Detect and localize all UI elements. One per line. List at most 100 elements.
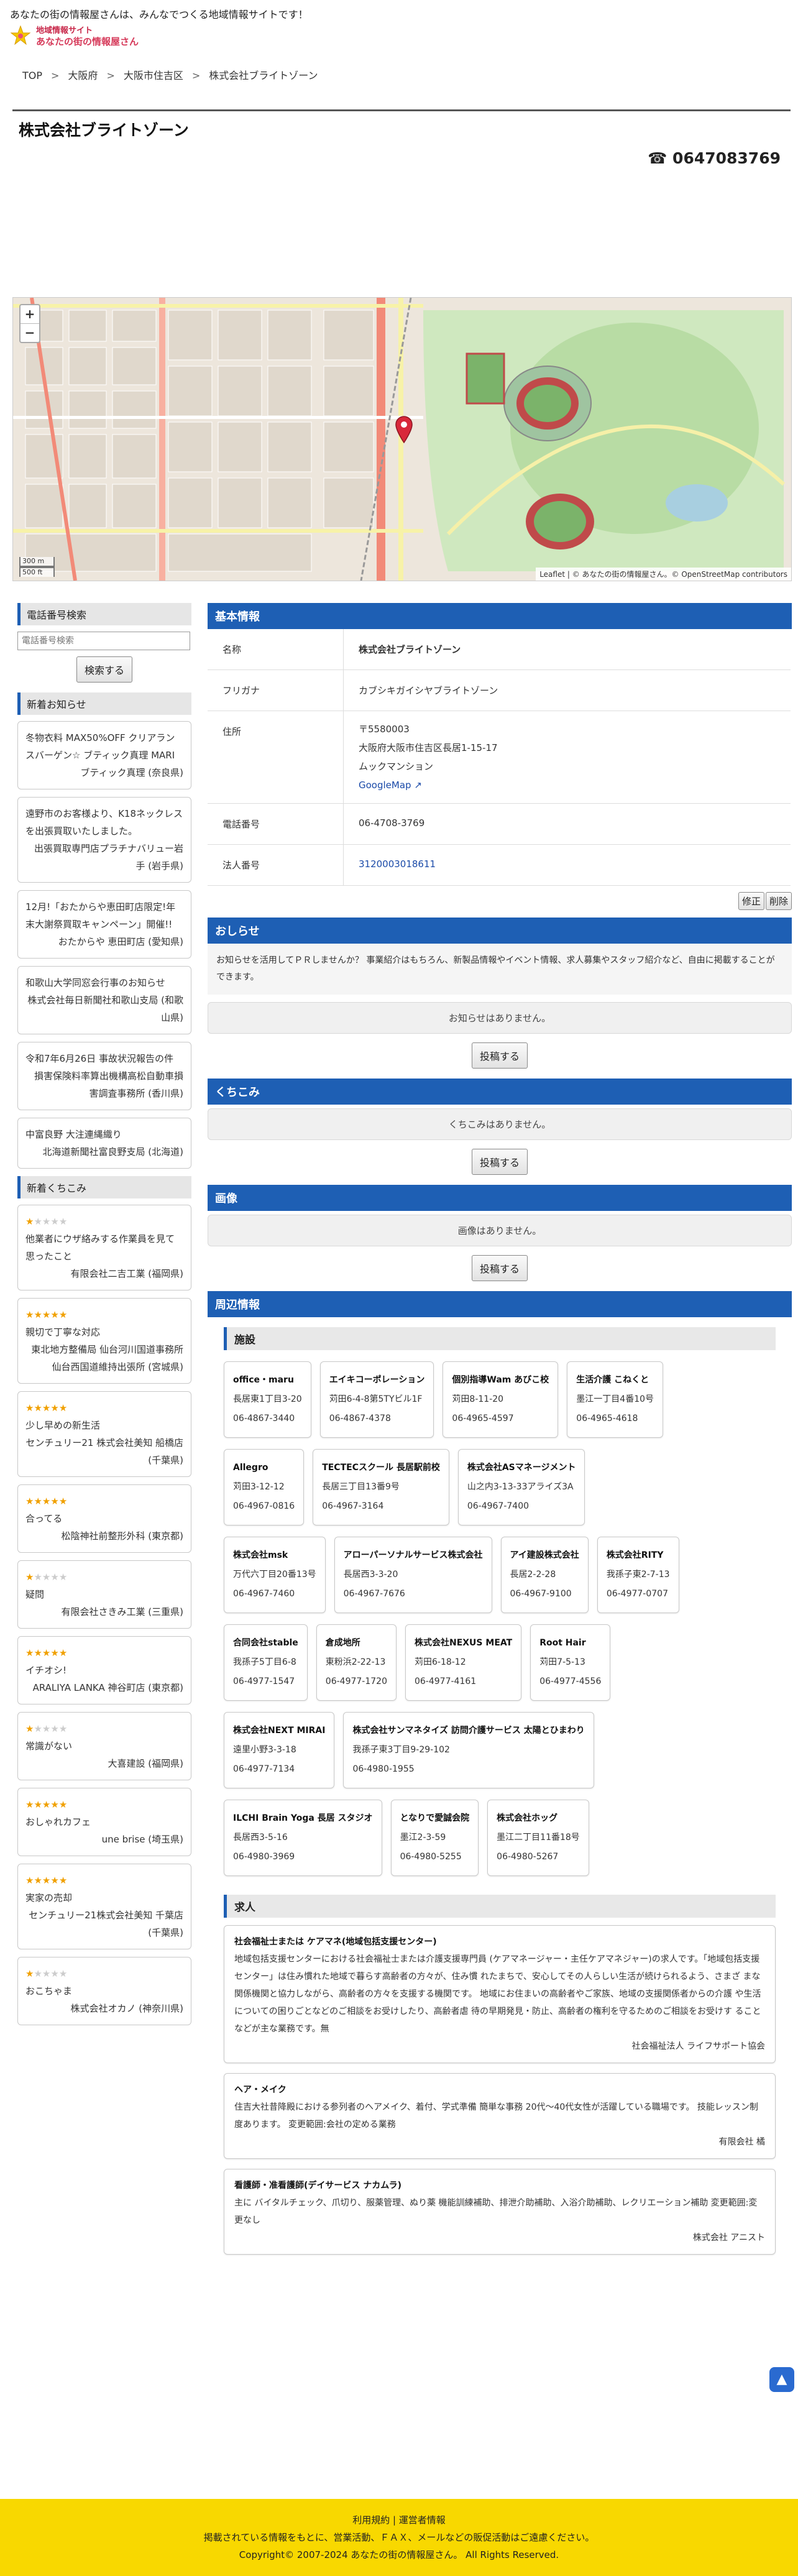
job-card[interactable]: 社会福祉士または ケアマネ(地域包括支援センター) 地域包括支援センターにおける社… — [224, 1925, 776, 2063]
map-marker-icon[interactable] — [395, 416, 413, 446]
kuchikomi-source[interactable]: 松陰神社前整形外科 (東京都) — [25, 1527, 183, 1545]
news-card[interactable]: 中富良野 大注連縄織り 北海道新聞社富良野支局 (北海道) — [17, 1118, 191, 1169]
facility-card[interactable]: 株式会社msk 万代六丁目20番13号 06-4967-7460 — [224, 1537, 326, 1613]
news-source[interactable]: おたからや 恵田町店 (愛知県) — [25, 933, 183, 950]
kuchikomi-card[interactable]: ★★★★★ 少し早めの新生活 センチュリー21 株式会社美知 船橋店 (千葉県) — [17, 1391, 191, 1477]
facility-name[interactable]: 個別指導Wam あびこ校 — [452, 1371, 549, 1390]
kuchikomi-text[interactable]: 親切で丁寧な対応 — [25, 1323, 183, 1341]
facility-name[interactable]: アローパーソナルサービス株式会社 — [344, 1546, 483, 1565]
kuchikomi-card[interactable]: ★★★★★ 合ってる 松陰神社前整形外科 (東京都) — [17, 1484, 191, 1553]
delete-button[interactable]: 削除 — [765, 892, 792, 910]
facility-name[interactable]: 株式会社ASマネージメント — [467, 1458, 576, 1478]
job-title[interactable]: 社会福祉士または ケアマネ(地域包括支援センター) — [234, 1933, 765, 1951]
phone-number-display[interactable]: ☎ 0647083769 — [648, 149, 781, 167]
facility-card[interactable]: 株式会社NEXUS MEAT 苅田6-18-12 06-4977-4161 — [405, 1624, 522, 1701]
news-source[interactable]: 出張買取専門店プラチナバリュー岩手 (岩手県) — [25, 840, 183, 875]
news-text[interactable]: 冬物衣料 MAX50%OFF クリアランスバーゲン☆ ブティック真理 MARI — [25, 729, 183, 764]
map-attribution[interactable]: Leaflet | © あなたの街の情報屋さん。© OpenStreetMap … — [536, 568, 791, 581]
zoom-in-button[interactable]: + — [21, 305, 39, 324]
facility-name[interactable]: 株式会社NEXT MIRAI — [233, 1721, 325, 1741]
facility-name[interactable]: Root Hair — [539, 1634, 601, 1653]
facility-card[interactable]: 生活介護 こねくと 墨江一丁目4番10号 06-4965-4618 — [567, 1361, 664, 1438]
kuchikomi-card[interactable]: ★★★★★ イチオシ! ARALIYA LANKA 神谷町店 (東京都) — [17, 1636, 191, 1704]
news-source[interactable]: 損害保険料率算出機構高松自動車損害調査事務所 (香川県) — [25, 1067, 183, 1102]
news-text[interactable]: 和歌山大学同窓会行事のお知らせ — [25, 974, 183, 991]
kuchikomi-text[interactable]: 少し早めの新生活 — [25, 1417, 183, 1434]
kuchikomi-text[interactable]: 実家の売却 — [25, 1889, 183, 1907]
googlemap-link[interactable]: GoogleMap ↗ — [359, 780, 422, 791]
breadcrumb-prefecture[interactable]: 大阪府 — [68, 70, 98, 81]
kuchikomi-source[interactable]: une brise (埼玉県) — [25, 1831, 183, 1848]
job-title[interactable]: ヘア・メイク — [234, 2081, 765, 2099]
facility-card[interactable]: 株式会社サンマネタイズ 訪問介護サービス 太陽とひまわり 我孫子東3丁目9-29-… — [343, 1712, 594, 1788]
kuchikomi-source[interactable]: センチュリー21株式会社美知 千葉店 (千葉県) — [25, 1907, 183, 1941]
corporate-number-link[interactable]: 3120003018611 — [359, 858, 436, 870]
kuchikomi-card[interactable]: ★★★★★ おしゃれカフェ une brise (埼玉県) — [17, 1788, 191, 1856]
kuchikomi-text[interactable]: イチオシ! — [25, 1662, 183, 1679]
facility-name[interactable]: アイ建設株式会社 — [510, 1546, 579, 1565]
news-source[interactable]: ブティック真理 (奈良県) — [25, 764, 183, 781]
facility-name[interactable]: 株式会社サンマネタイズ 訪問介護サービス 太陽とひまわり — [352, 1721, 584, 1741]
facility-card[interactable]: Allegro 苅田3-12-12 06-4967-0816 — [224, 1449, 305, 1525]
breadcrumb-city[interactable]: 大阪市住吉区 — [124, 70, 183, 81]
kuchikomi-card[interactable]: ★★★★★ 親切で丁寧な対応 東北地方整備局 仙台河川国道事務所 仙台西国道維持出張… — [17, 1298, 191, 1384]
facility-card[interactable]: アローパーソナルサービス株式会社 長居西3-3-20 06-4967-7676 — [334, 1537, 492, 1613]
kuchikomi-source[interactable]: 有限会社二吉工業 (福岡県) — [25, 1265, 183, 1282]
job-title[interactable]: 看護師・准看護師(デイサービス ナカムラ) — [234, 2177, 765, 2194]
news-text[interactable]: 12月!「おたからや恵田町店限定!年末大謝祭買取キャンペーン」開催!! — [25, 898, 183, 933]
facility-name[interactable]: office・maru — [233, 1371, 302, 1390]
news-card[interactable]: 和歌山大学同窓会行事のお知らせ 株式会社毎日新聞社和歌山支局 (和歌山県) — [17, 966, 191, 1034]
kuchikomi-card[interactable]: ★★★★★ 他業者にウザ絡みする作業員を見て思ったこと 有限会社二吉工業 (福岡県) — [17, 1205, 191, 1290]
facility-card[interactable]: 株式会社ホッグ 墨江二丁目11番18号 06-4980-5267 — [487, 1800, 589, 1876]
job-card[interactable]: 看護師・准看護師(デイサービス ナカムラ) 主に バイタルチェック、爪切り、服薬管… — [224, 2169, 776, 2255]
zoom-out-button[interactable]: − — [21, 324, 39, 342]
facility-name[interactable]: エイキコーポレーション — [329, 1371, 425, 1390]
kuchikomi-source[interactable]: 株式会社オカノ (神奈川県) — [25, 2000, 183, 2017]
kuchikomi-source[interactable]: ARALIYA LANKA 神谷町店 (東京都) — [25, 1679, 183, 1696]
kuchikomi-text[interactable]: おしゃれカフェ — [25, 1813, 183, 1831]
scroll-to-top-button[interactable]: ▲ — [769, 2367, 794, 2392]
facility-card[interactable]: 合同会社stable 我孫子5丁目6-8 06-4977-1547 — [224, 1624, 308, 1701]
facility-name[interactable]: 生活介護 こねくと — [576, 1371, 654, 1390]
kuchikomi-source[interactable]: センチュリー21 株式会社美知 船橋店 (千葉県) — [25, 1434, 183, 1469]
kuchikomi-text[interactable]: 疑問 — [25, 1586, 183, 1603]
phone-search-button[interactable]: 検索する — [76, 656, 132, 683]
news-text[interactable]: 遠野市のお客様より、K18ネックレスを出張買取いたしました。 — [25, 805, 183, 840]
phone-search-input[interactable] — [17, 632, 190, 650]
facility-card[interactable]: 株式会社RITY 我孫子東2-7-13 06-4977-0707 — [597, 1537, 679, 1613]
kuchikomi-post-button[interactable]: 投稿する — [471, 1149, 528, 1175]
news-card[interactable]: 12月!「おたからや恵田町店限定!年末大謝祭買取キャンペーン」開催!! おたからや… — [17, 890, 191, 959]
kuchikomi-card[interactable]: ★★★★★ おこちゃま 株式会社オカノ (神奈川県) — [17, 1957, 191, 2025]
site-logo[interactable]: 地域情報サイト あなたの街の情報屋さん — [10, 22, 140, 50]
facility-name[interactable]: 株式会社NEXUS MEAT — [415, 1634, 512, 1653]
kuchikomi-card[interactable]: ★★★★★ 実家の売却 センチュリー21株式会社美知 千葉店 (千葉県) — [17, 1864, 191, 1949]
facility-name[interactable]: 株式会社RITY — [607, 1546, 670, 1565]
facility-card[interactable]: 倉成地所 東粉浜2-22-13 06-4977-1720 — [316, 1624, 397, 1701]
facility-name[interactable]: 株式会社msk — [233, 1546, 316, 1565]
facility-card[interactable]: 個別指導Wam あびこ校 苅田8-11-20 06-4965-4597 — [443, 1361, 559, 1438]
images-post-button[interactable]: 投稿する — [471, 1255, 528, 1281]
facility-card[interactable]: となりで愛誠会院 墨江2-3-59 06-4980-5255 — [390, 1800, 479, 1876]
facility-name[interactable]: となりで愛誠会院 — [400, 1809, 470, 1828]
breadcrumb-top[interactable]: TOP — [22, 70, 42, 81]
job-card[interactable]: ヘア・メイク 住吉大社昔降殿における参列者のヘアメイク、着付、学式準備 簡単な事務… — [224, 2073, 776, 2159]
news-source[interactable]: 株式会社毎日新聞社和歌山支局 (和歌山県) — [25, 991, 183, 1026]
facility-card[interactable]: アイ建設株式会社 長居2-2-28 06-4967-9100 — [500, 1537, 589, 1613]
kuchikomi-source[interactable]: 有限会社さきみ工業 (三重県) — [25, 1603, 183, 1621]
facility-card[interactable]: Root Hair 苅田7-5-13 06-4977-4556 — [530, 1624, 611, 1701]
kuchikomi-card[interactable]: ★★★★★ 常識がない 大喜建設 (福岡県) — [17, 1712, 191, 1780]
news-text[interactable]: 令和7年6月26日 事故状況報告の件 — [25, 1050, 183, 1067]
facility-card[interactable]: office・maru 長居東1丁目3-20 06-4867-3440 — [224, 1361, 311, 1438]
news-card[interactable]: 冬物衣料 MAX50%OFF クリアランスバーゲン☆ ブティック真理 MARI ブ… — [17, 721, 191, 789]
facility-name[interactable]: 株式会社ホッグ — [497, 1809, 580, 1828]
kuchikomi-text[interactable]: 常識がない — [25, 1737, 183, 1755]
facility-name[interactable]: TECTECスクール 長居駅前校 — [322, 1458, 440, 1478]
kuchikomi-card[interactable]: ★★★★★ 疑問 有限会社さきみ工業 (三重県) — [17, 1560, 191, 1629]
facility-name[interactable]: 倉成地所 — [326, 1634, 387, 1653]
news-source[interactable]: 北海道新聞社富良野支局 (北海道) — [25, 1143, 183, 1161]
edit-button[interactable]: 修正 — [738, 892, 764, 910]
map-view[interactable]: + − 300 m 500 ft Leaflet | © あなたの街の情報屋さん… — [12, 297, 792, 581]
kuchikomi-source[interactable]: 大喜建設 (福岡県) — [25, 1755, 183, 1772]
oshirase-post-button[interactable]: 投稿する — [471, 1042, 528, 1069]
news-text[interactable]: 中富良野 大注連縄織り — [25, 1126, 183, 1143]
